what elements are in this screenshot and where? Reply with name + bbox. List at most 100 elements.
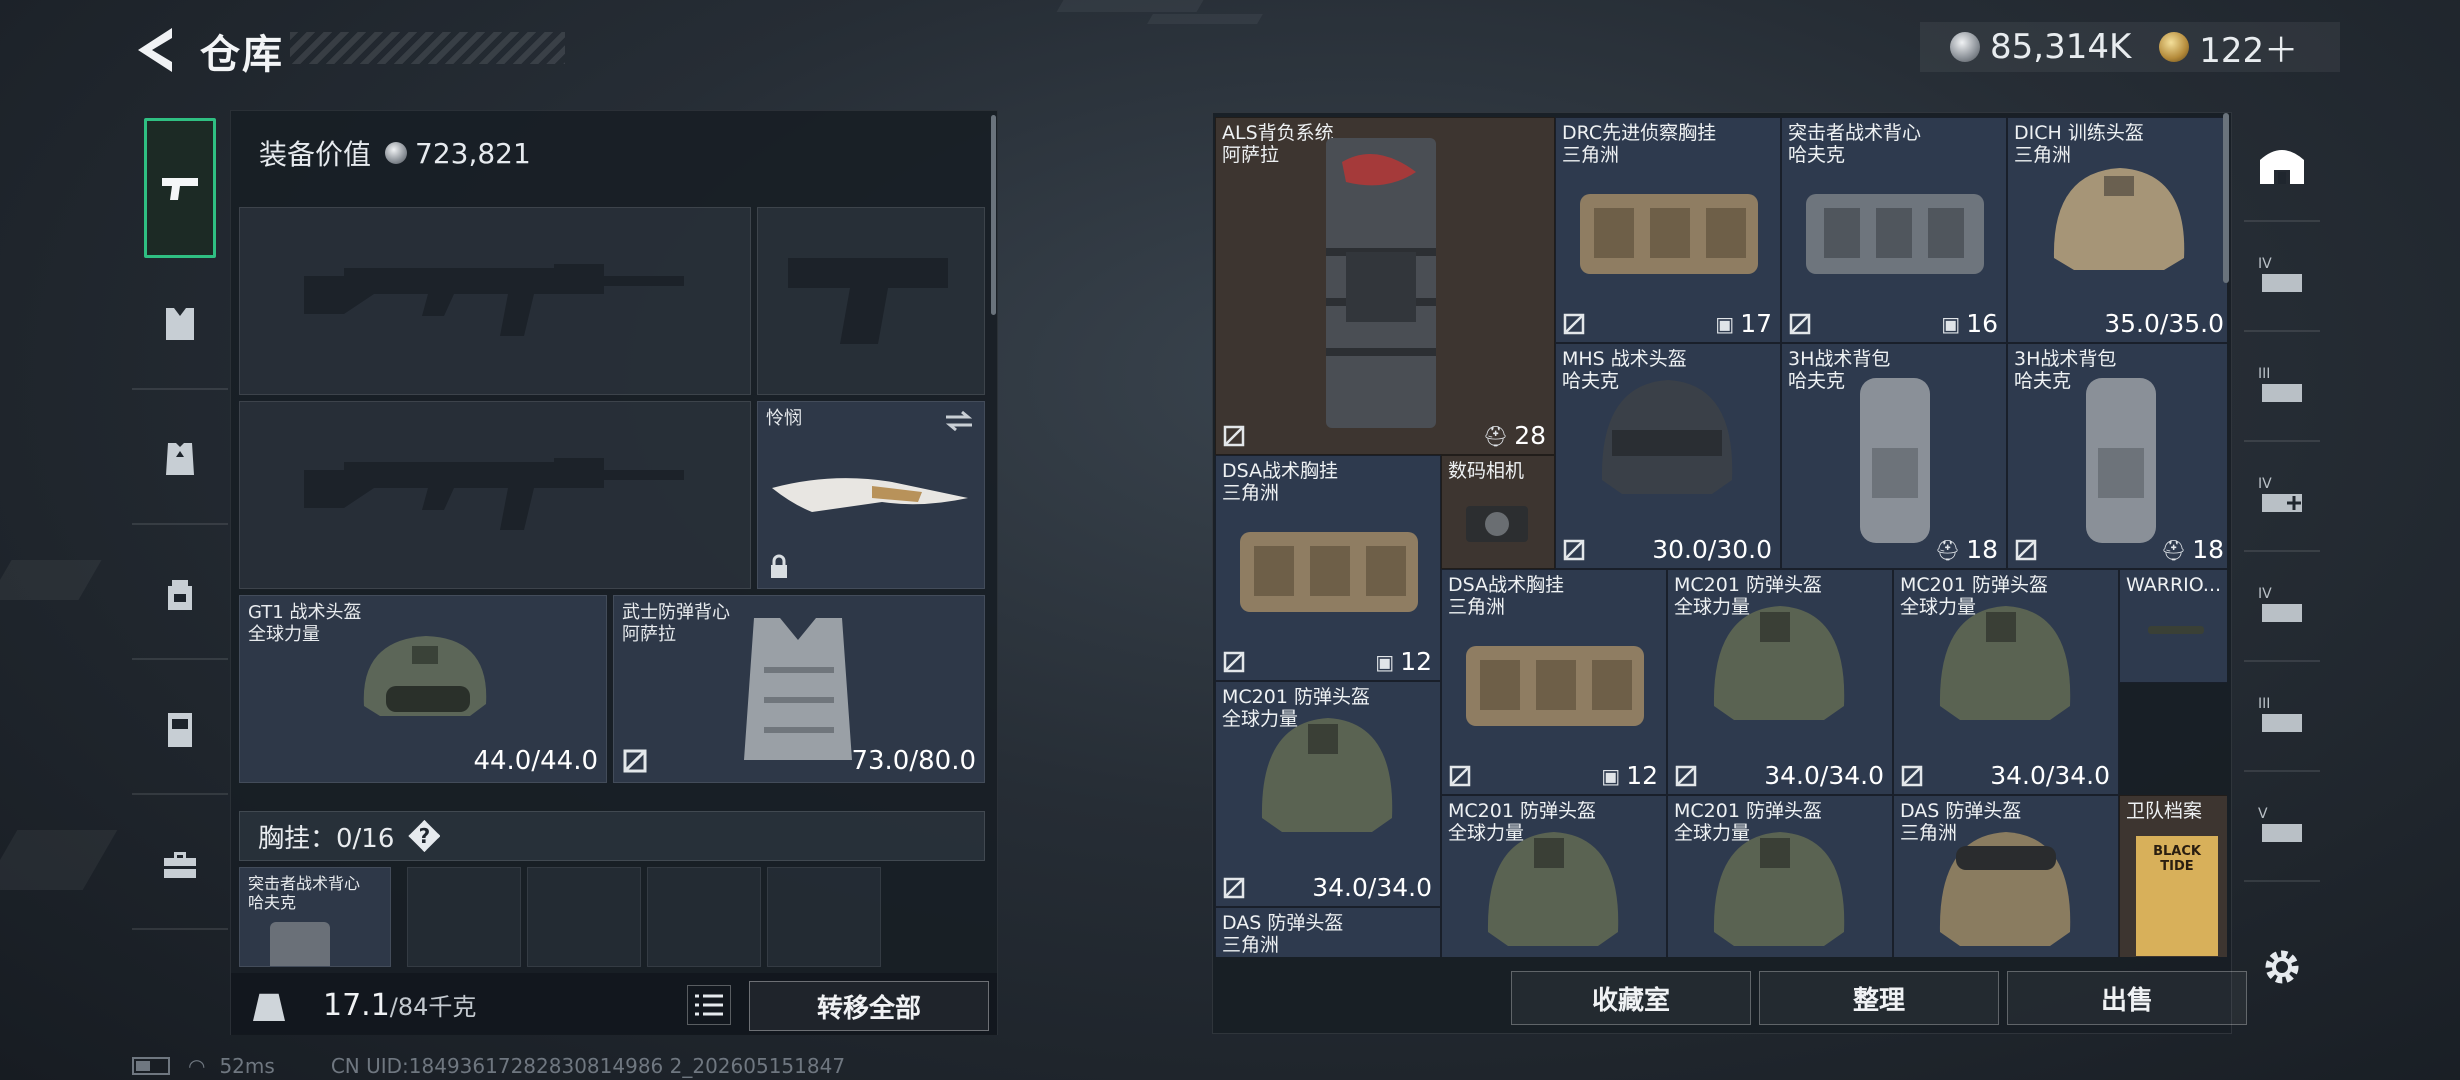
storage-tab-4[interactable]: IV (2244, 552, 2320, 662)
rail-item-weapons[interactable] (144, 118, 216, 258)
back-button[interactable] (132, 24, 180, 76)
tactical-vest-image (270, 922, 330, 966)
armor-vest-icon (166, 443, 194, 475)
move-all-button[interactable]: 转移全部 (749, 981, 989, 1031)
loadout-bottom-bar: 17.1/84千克 转移全部 (231, 973, 997, 1035)
rail-item-chest-rig[interactable] (132, 260, 228, 390)
no-insure-icon (1675, 765, 1697, 787)
settings-button[interactable] (2244, 912, 2320, 1022)
battery-icon (132, 1057, 170, 1075)
storage-item[interactable]: ALS背负系统 阿萨拉 ⛑ 28 (1215, 117, 1555, 455)
helmet-slot[interactable]: GT1 战术头盔 全球力量 44.0/44.0 (239, 595, 607, 783)
armor-slot[interactable]: 武士防弹背心 阿萨拉 73.0/80.0 (613, 595, 985, 783)
chest-rig-slot[interactable] (647, 867, 761, 967)
storage-tab-3[interactable]: IV (2244, 442, 2320, 552)
item-name: DAS 防弹头盔 三角洲 (1222, 912, 1344, 956)
item-durability: 35.0/35.0 (2104, 309, 2224, 338)
item-name: 卫队档案 (2126, 800, 2203, 822)
storage-item[interactable]: 3H战术背包 哈夫克 ⛑ 18 (2007, 343, 2227, 569)
collection-button[interactable]: 收藏室 (1511, 971, 1751, 1025)
rail-item-backpack[interactable] (132, 530, 228, 660)
item-name: DRC先进侦察胸挂 三角洲 (1562, 122, 1717, 166)
sidearm-slot[interactable] (757, 207, 985, 395)
storage-tab-rail: IV III IV IV III V (2244, 112, 2320, 1032)
item-capacity: ⛑ 28 (1482, 421, 1546, 450)
chest-rig-slot[interactable] (407, 867, 521, 967)
ping-value: 52ms (219, 1054, 275, 1078)
storage-item[interactable]: MC201 防弹头盔 全球力量 34.0/34.0 (1667, 569, 1893, 795)
gold-balance[interactable]: 122＋ (2199, 23, 2298, 72)
rail-item-toolbox[interactable] (132, 800, 228, 930)
storage-tab-5-icon: V (2258, 806, 2302, 842)
storage-item[interactable]: DAS 防弹头盔 三角洲 (1215, 907, 1441, 957)
tab-tier-label: III (2258, 366, 2270, 382)
backpack-small-icon: ⛑ (1934, 537, 1961, 562)
helmet-image (1487, 832, 1619, 946)
storage-item[interactable]: MC201 防弹头盔 全球力量 34.0/34.0 (1215, 681, 1441, 907)
no-insure-icon (1223, 877, 1245, 899)
no-insure-icon (1563, 539, 1585, 561)
list-view-button[interactable] (687, 985, 731, 1025)
storage-scrollbar[interactable] (2223, 113, 2229, 283)
sort-button[interactable]: 整理 (1759, 971, 1999, 1025)
storage-tab-home[interactable] (2244, 112, 2320, 222)
storage-item[interactable]: DSA战术胸挂 三角洲 ▣ 12 (1441, 569, 1667, 795)
storage-item[interactable]: DRC先进侦察胸挂 三角洲 ▣ 17 (1555, 117, 1781, 343)
loadout-scrollbar[interactable] (991, 115, 996, 315)
helmet-name: GT1 战术头盔 全球力量 (248, 602, 361, 646)
chest-rig-small-icon: ▣ (1601, 763, 1621, 788)
melee-slot[interactable]: 怜悯 (757, 401, 985, 589)
storage-item[interactable]: WARRIO... (2119, 569, 2227, 683)
rifle-silhouette-icon (304, 458, 684, 530)
help-icon[interactable]: ? (408, 820, 441, 852)
armor-name: 武士防弹背心 阿萨拉 (622, 602, 730, 646)
chest-rig-header: 胸挂：0/16 ? (239, 811, 985, 861)
storage-item[interactable]: 数码相机 (1441, 455, 1555, 569)
storage-item[interactable]: DSA战术胸挂 三角洲 ▣ 12 (1215, 455, 1441, 681)
storage-item[interactable]: MC201 防弹头盔 全球力量 (1441, 795, 1667, 957)
storage-item[interactable]: 突击者战术背心 哈夫克 ▣ 16 (1781, 117, 2007, 343)
storage-item[interactable]: DAS 防弹头盔 三角洲 (1893, 795, 2119, 957)
rifle-silhouette-icon (304, 264, 684, 336)
pistol-silhouette-icon (788, 258, 948, 344)
storage-item[interactable]: 3H战术背包 哈夫克 ⛑ 18 (1781, 343, 2007, 569)
item-name: 数码相机 (1448, 460, 1525, 482)
helmet-image (1939, 606, 2071, 720)
item-name: DSA战术胸挂 三角洲 (1222, 460, 1339, 504)
primary-weapon-slot[interactable] (239, 207, 751, 395)
secondary-weapon-slot[interactable] (239, 401, 751, 589)
sell-button[interactable]: 出售 (2007, 971, 2247, 1025)
backpack-frame-image (1326, 138, 1436, 428)
chest-rig-item-brand: 哈夫克 (248, 893, 297, 912)
storage-item[interactable]: MHS 战术头盔 哈夫克 30.0/30.0 (1555, 343, 1781, 569)
chest-rig-slot[interactable] (767, 867, 881, 967)
chest-rig-item-title: 突击者战术背心 (248, 874, 361, 893)
tab-tier-label: IV (2258, 256, 2272, 272)
rail-item-armor[interactable] (132, 395, 228, 525)
chest-rig-item[interactable]: 突击者战术背心 哈夫克 (239, 867, 391, 967)
storage-tab-1[interactable]: IV (2244, 222, 2320, 332)
helmet-brand: 全球力量 (248, 624, 320, 645)
chest-rig-slot[interactable] (527, 867, 641, 967)
weight-icon (253, 993, 285, 1021)
storage-item[interactable]: MC201 防弹头盔 全球力量 34.0/34.0 (1893, 569, 2119, 795)
no-insure-icon (1789, 313, 1811, 335)
storage-item[interactable]: MC201 防弹头盔 全球力量 (1667, 795, 1893, 957)
backpack-image (1860, 378, 1930, 543)
flashlight-image (2148, 626, 2204, 634)
item-capacity: ▣ 16 (1941, 309, 1998, 338)
storage-tab-6[interactable]: V (2244, 772, 2320, 882)
storage-item[interactable]: DICH 训练头盔 三角洲 35.0/35.0 (2007, 117, 2227, 343)
swap-icon[interactable] (944, 410, 974, 432)
rail-item-safe-box[interactable] (132, 665, 228, 795)
melee-name: 怜悯 (766, 408, 802, 429)
carry-weight-current: 17.1 (323, 988, 390, 1023)
chest-rig-capacity: 胸挂：0/16 (258, 823, 395, 854)
gold-coin-icon (2159, 32, 2190, 62)
storage-item[interactable]: 卫队档案 BLACK TIDE (2119, 795, 2227, 957)
tactical-vest-image (1806, 194, 1984, 274)
helmet-image (1939, 832, 2071, 946)
storage-tab-2[interactable]: III (2244, 332, 2320, 442)
storage-tab-5[interactable]: III (2244, 662, 2320, 772)
tab-tier-label: V (2258, 806, 2268, 822)
